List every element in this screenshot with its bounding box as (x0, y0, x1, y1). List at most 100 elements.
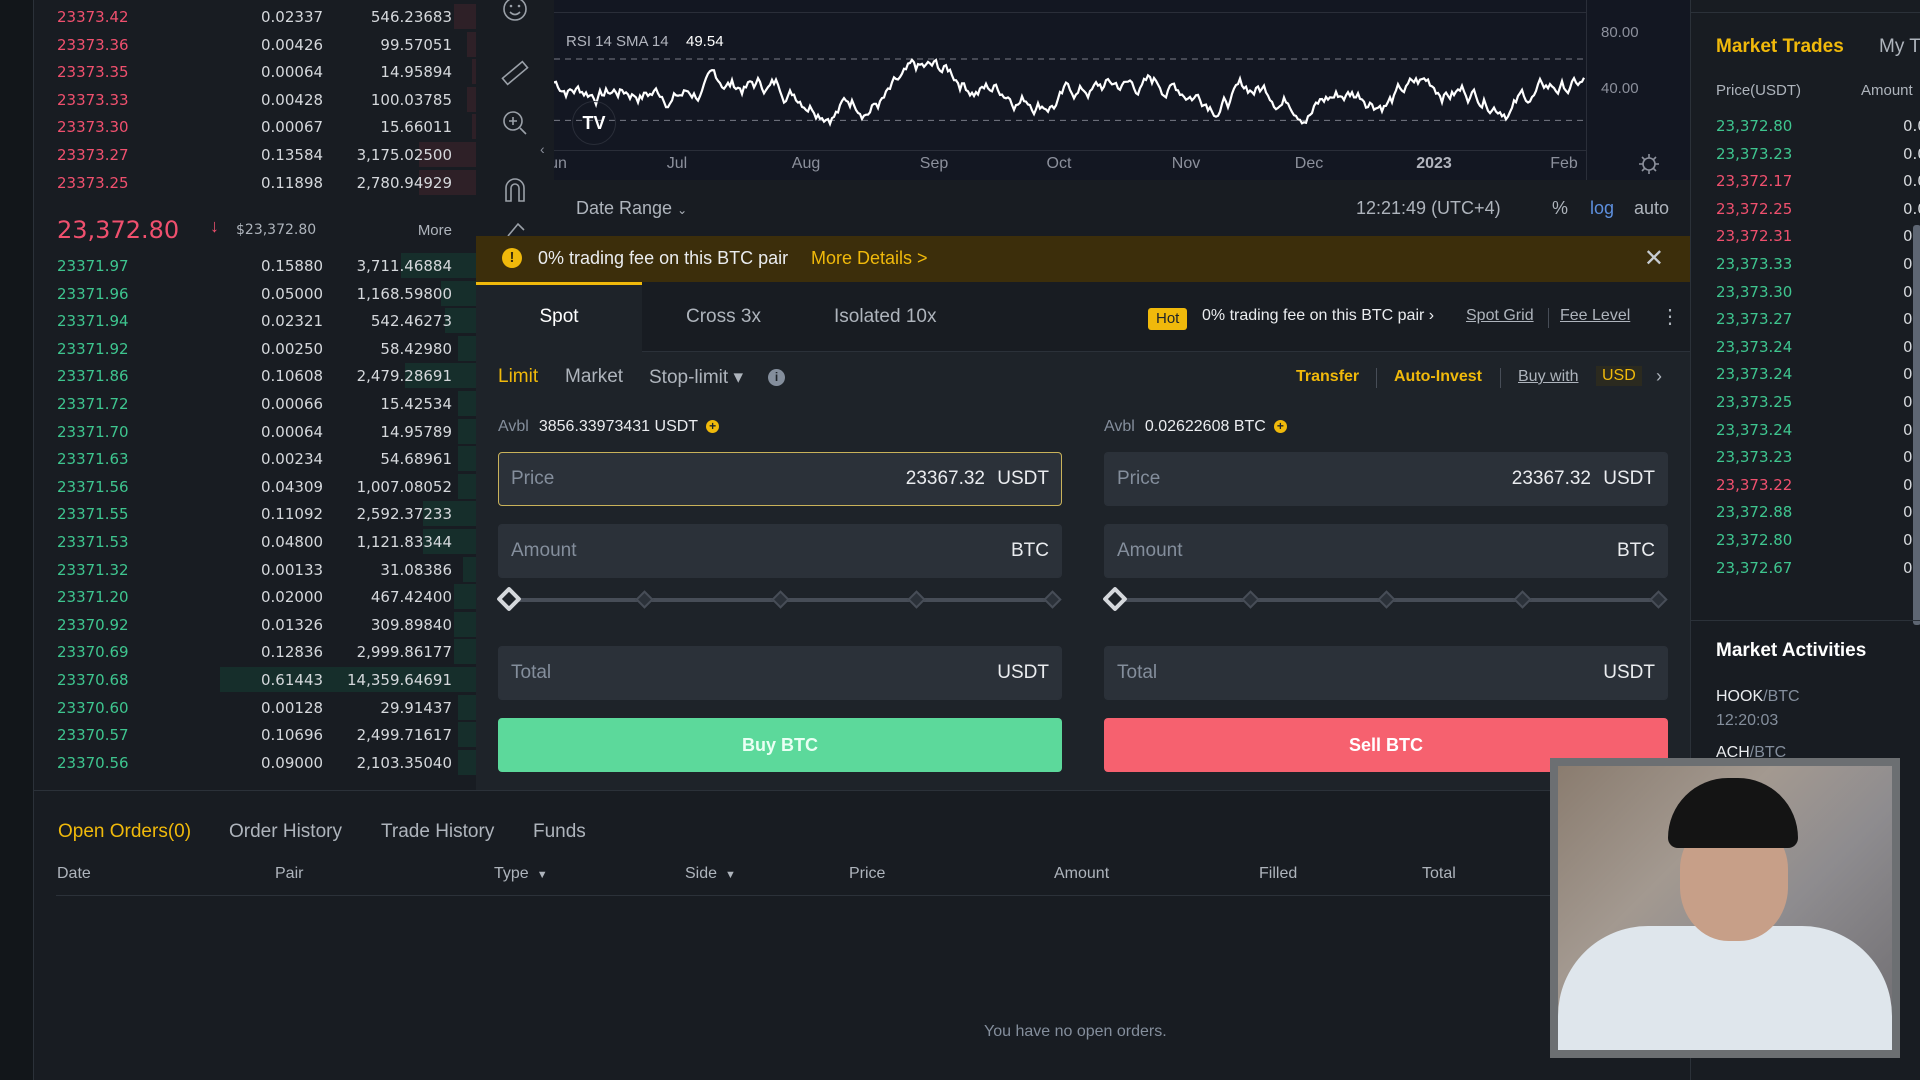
tab-market-trades[interactable]: Market Trades (1716, 36, 1844, 58)
bid-row[interactable]: 23370.57 0.10696 2,499.71617 (34, 721, 476, 748)
bid-row[interactable]: 23371.56 0.04309 1,007.08052 (34, 473, 476, 500)
ask-row[interactable]: 23373.36 0.00426 99.57051 (34, 31, 476, 58)
order-total: 14.95894 (380, 63, 452, 82)
price-chart[interactable]: RSI 14 SMA 14 49.54 TV ‹ Jun Jul Aug Sep Oct… (540, 0, 1690, 180)
more-options-icon[interactable]: ⋮ (1660, 304, 1680, 329)
bid-row[interactable]: 23370.68 0.61443 14,359.64691 (34, 666, 476, 693)
tab-spot[interactable]: Spot (476, 282, 642, 352)
bid-row[interactable]: 23371.86 0.10608 2,479.28691 (34, 362, 476, 389)
bid-row[interactable]: 23371.53 0.04800 1,121.83344 (34, 528, 476, 555)
axis-label-40: 40.00 (1601, 80, 1639, 97)
tab-trade-history[interactable]: Trade History (381, 821, 494, 843)
pencil-icon[interactable] (498, 222, 532, 236)
buy-btc-button[interactable]: Buy BTC (498, 718, 1062, 772)
auto-invest-link[interactable]: Auto-Invest (1394, 368, 1482, 386)
ask-row[interactable]: 23373.30 0.00067 15.66011 (34, 113, 476, 140)
tab-order-history[interactable]: Order History (229, 821, 342, 843)
ruler-icon[interactable] (498, 56, 532, 90)
tab-cross-margin[interactable]: Cross 3x (686, 282, 761, 352)
rsi-indicator-pane[interactable]: RSI 14 SMA 14 49.54 TV ‹ (540, 12, 1586, 157)
buy-with-currency[interactable]: USD (1596, 366, 1642, 386)
bid-row[interactable]: 23370.92 0.01326 309.89840 (34, 611, 476, 638)
tab-my-trades[interactable]: My Trades (1879, 36, 1920, 58)
bid-row[interactable]: 23370.60 0.00128 29.91437 (34, 694, 476, 721)
emoji-icon[interactable] (498, 0, 532, 26)
more-link[interactable]: More (418, 222, 452, 239)
sell-amount-slider[interactable] (1102, 586, 1668, 614)
ask-row[interactable]: 23373.35 0.00064 14.95894 (34, 58, 476, 85)
zoom-in-icon[interactable] (498, 106, 532, 140)
buy-form: Avbl 3856.33973431 USDT + Price 23367.32 U… (496, 418, 1062, 778)
add-funds-icon[interactable]: + (1273, 420, 1287, 433)
slider-step-50[interactable] (1377, 590, 1396, 609)
bid-row[interactable]: 23371.97 0.15880 3,711.46884 (34, 252, 476, 279)
percent-scale-button[interactable]: % (1552, 198, 1568, 219)
bid-row[interactable]: 23371.32 0.00133 31.08386 (34, 556, 476, 583)
slider-step-75[interactable] (907, 590, 926, 609)
sell-amount-input[interactable]: Amount BTC (1104, 524, 1668, 578)
sell-total-input[interactable]: Total USDT (1104, 646, 1668, 700)
log-scale-button[interactable]: log (1590, 198, 1614, 219)
slider-step-75[interactable] (1513, 590, 1532, 609)
close-icon[interactable]: ✕ (1644, 244, 1664, 273)
add-funds-icon[interactable]: + (706, 420, 720, 433)
column-header-type[interactable]: Type ▼ (494, 865, 548, 883)
bid-row[interactable]: 23371.20 0.02000 467.42400 (34, 583, 476, 610)
activity-pair[interactable]: HOOK/BTC (1716, 688, 1800, 706)
hot-promo-link[interactable]: 0% trading fee on this BTC pair › (1202, 307, 1434, 325)
more-details-link[interactable]: More Details > (811, 248, 928, 269)
ask-row[interactable]: 23373.33 0.00428 100.03785 (34, 86, 476, 113)
chevron-right-icon[interactable]: › (1656, 366, 1662, 387)
slider-step-50[interactable] (771, 590, 790, 609)
buy-total-input[interactable]: Total USDT (498, 646, 1062, 700)
slider-thumb[interactable] (496, 586, 522, 612)
transfer-link[interactable]: Transfer (1296, 368, 1359, 386)
bid-row[interactable]: 23371.72 0.00066 15.42534 (34, 390, 476, 417)
buy-with-link[interactable]: Buy with (1518, 368, 1578, 386)
spot-grid-link[interactable]: Spot Grid (1466, 307, 1534, 325)
slider-step-100[interactable] (1043, 590, 1062, 609)
bid-row[interactable]: 23371.63 0.00234 54.68961 (34, 445, 476, 472)
ask-row[interactable]: 23373.25 0.11898 2,780.94929 (34, 169, 476, 196)
ask-row[interactable]: 23373.42 0.02337 546.23683 (34, 3, 476, 30)
order-type-market[interactable]: Market (565, 366, 623, 388)
scrollbar[interactable] (1913, 225, 1920, 625)
column-header-amount: Amount (1054, 865, 1110, 882)
buy-amount-slider[interactable] (496, 586, 1062, 614)
magnet-icon[interactable] (498, 173, 532, 207)
fee-level-link[interactable]: Fee Level (1560, 307, 1630, 325)
buy-price-input[interactable]: Price 23367.32 USDT (498, 452, 1062, 506)
field-label: Amount (511, 540, 577, 561)
time-axis-label: Jul (666, 155, 688, 172)
field-label: Total (1117, 662, 1158, 683)
slider-step-100[interactable] (1649, 590, 1668, 609)
auto-scale-button[interactable]: auto (1634, 198, 1669, 219)
order-price: 23373.27 (57, 146, 129, 164)
tab-open-orders[interactable]: Open Orders(0) (58, 821, 191, 843)
info-icon[interactable]: i (768, 369, 785, 386)
bid-row[interactable]: 23371.55 0.11092 2,592.37233 (34, 500, 476, 527)
bid-row[interactable]: 23371.94 0.02321 542.46273 (34, 307, 476, 334)
tradingview-logo[interactable]: TV (572, 101, 616, 145)
tab-isolated-margin[interactable]: Isolated 10x (834, 282, 936, 352)
order-type-limit[interactable]: Limit (498, 366, 538, 388)
slider-step-25[interactable] (635, 590, 654, 609)
slider-thumb[interactable] (1102, 586, 1128, 612)
column-header-side[interactable]: Side ▼ (685, 865, 736, 883)
buy-amount-input[interactable]: Amount BTC (498, 524, 1062, 578)
sell-price-input[interactable]: Price 23367.32 USDT (1104, 452, 1668, 506)
bid-row[interactable]: 23371.96 0.05000 1,168.59800 (34, 280, 476, 307)
base-asset: HOOK (1716, 688, 1764, 705)
ask-row[interactable]: 23373.27 0.13584 3,175.02500 (34, 141, 476, 168)
bid-row[interactable]: 23370.56 0.09000 2,103.35040 (34, 749, 476, 776)
date-range-dropdown[interactable]: Date Range ⌄ (576, 198, 687, 219)
order-type-stop-limit[interactable]: Stop-limit ▾ (649, 366, 743, 389)
collapse-toolbar-icon[interactable]: ‹ (540, 141, 545, 157)
time-axis-label: Nov (1171, 155, 1201, 172)
slider-step-25[interactable] (1241, 590, 1260, 609)
tab-funds[interactable]: Funds (533, 821, 586, 843)
bid-row[interactable]: 23370.69 0.12836 2,999.86177 (34, 638, 476, 665)
bid-row[interactable]: 23371.92 0.00250 58.42980 (34, 335, 476, 362)
settings-icon[interactable] (1637, 152, 1661, 176)
bid-row[interactable]: 23371.70 0.00064 14.95789 (34, 418, 476, 445)
